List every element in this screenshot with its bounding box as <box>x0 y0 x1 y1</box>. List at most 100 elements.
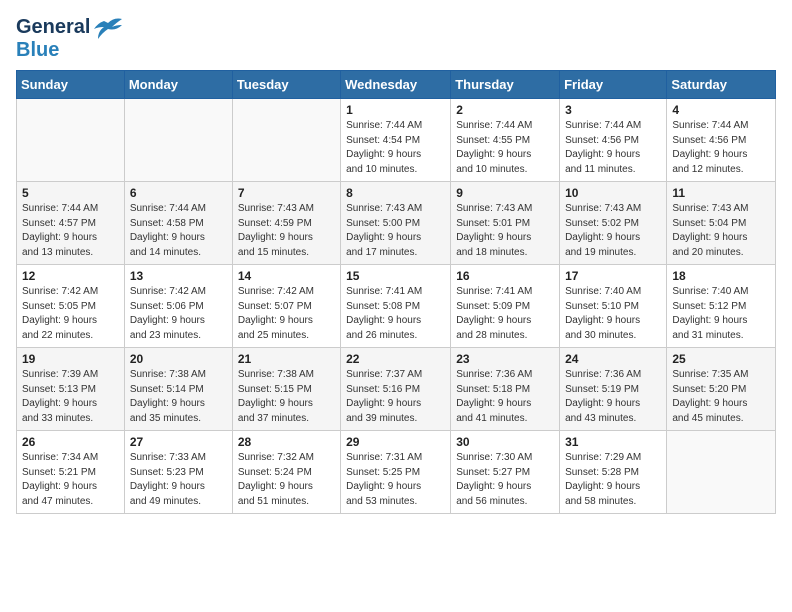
day-info: Sunrise: 7:34 AM Sunset: 5:21 PM Dayligh… <box>22 451 119 509</box>
day-cell: 1 Sunrise: 7:44 AM Sunset: 4:54 PM Daylig… <box>341 99 451 182</box>
day-number: 20 <box>130 352 227 366</box>
day-info: Sunrise: 7:43 AM Sunset: 5:00 PM Dayligh… <box>346 202 445 260</box>
day-number: 31 <box>565 435 661 449</box>
day-info: Sunrise: 7:29 AM Sunset: 5:28 PM Dayligh… <box>565 451 661 509</box>
day-number: 21 <box>238 352 335 366</box>
weekday-header-sunday: Sunday <box>17 71 125 99</box>
day-cell <box>124 99 232 182</box>
logo-bird-icon <box>94 17 122 39</box>
day-info: Sunrise: 7:31 AM Sunset: 5:25 PM Dayligh… <box>346 451 445 509</box>
day-info: Sunrise: 7:44 AM Sunset: 4:56 PM Dayligh… <box>565 119 661 177</box>
weekday-header-tuesday: Tuesday <box>232 71 340 99</box>
day-info: Sunrise: 7:41 AM Sunset: 5:09 PM Dayligh… <box>456 285 554 343</box>
day-info: Sunrise: 7:44 AM Sunset: 4:54 PM Dayligh… <box>346 119 445 177</box>
day-number: 5 <box>22 186 119 200</box>
page-header: General Blue <box>16 16 776 62</box>
day-cell: 7Sunrise: 7:43 AM Sunset: 4:59 PM Daylig… <box>232 182 340 265</box>
day-info: Sunrise: 7:32 AM Sunset: 5:24 PM Dayligh… <box>238 451 335 509</box>
day-cell: 2 Sunrise: 7:44 AM Sunset: 4:55 PM Daylig… <box>451 99 560 182</box>
day-info: Sunrise: 7:36 AM Sunset: 5:19 PM Dayligh… <box>565 368 661 426</box>
day-info: Sunrise: 7:38 AM Sunset: 5:14 PM Dayligh… <box>130 368 227 426</box>
week-row-1: 5 Sunrise: 7:44 AM Sunset: 4:57 PM Daylig… <box>17 182 776 265</box>
day-cell <box>667 431 776 514</box>
weekday-header-monday: Monday <box>124 71 232 99</box>
day-cell: 20 Sunrise: 7:38 AM Sunset: 5:14 PM Dayli… <box>124 348 232 431</box>
day-info: Sunrise: 7:43 AM Sunset: 5:02 PM Dayligh… <box>565 202 661 260</box>
day-info: Sunrise: 7:44 AM Sunset: 4:58 PM Dayligh… <box>130 202 227 260</box>
day-info: Sunrise: 7:36 AM Sunset: 5:18 PM Dayligh… <box>456 368 554 426</box>
day-number: 22 <box>346 352 445 366</box>
day-cell: 5 Sunrise: 7:44 AM Sunset: 4:57 PM Daylig… <box>17 182 125 265</box>
day-cell: 23 Sunrise: 7:36 AM Sunset: 5:18 PM Dayli… <box>451 348 560 431</box>
day-number: 12 <box>22 269 119 283</box>
day-cell: 26Sunrise: 7:34 AM Sunset: 5:21 PM Dayli… <box>17 431 125 514</box>
day-number: 13 <box>130 269 227 283</box>
day-info: Sunrise: 7:37 AM Sunset: 5:16 PM Dayligh… <box>346 368 445 426</box>
day-info: Sunrise: 7:33 AM Sunset: 5:23 PM Dayligh… <box>130 451 227 509</box>
day-cell: 18 Sunrise: 7:40 AM Sunset: 5:12 PM Dayli… <box>667 265 776 348</box>
day-number: 2 <box>456 103 554 117</box>
day-number: 24 <box>565 352 661 366</box>
day-number: 7 <box>238 186 335 200</box>
day-info: Sunrise: 7:43 AM Sunset: 5:01 PM Dayligh… <box>456 202 554 260</box>
day-cell: 6 Sunrise: 7:44 AM Sunset: 4:58 PM Daylig… <box>124 182 232 265</box>
day-number: 27 <box>130 435 227 449</box>
day-cell: 11 Sunrise: 7:43 AM Sunset: 5:04 PM Dayli… <box>667 182 776 265</box>
day-info: Sunrise: 7:41 AM Sunset: 5:08 PM Dayligh… <box>346 285 445 343</box>
day-info: Sunrise: 7:40 AM Sunset: 5:12 PM Dayligh… <box>672 285 770 343</box>
day-number: 14 <box>238 269 335 283</box>
weekday-header-thursday: Thursday <box>451 71 560 99</box>
day-number: 23 <box>456 352 554 366</box>
day-cell: 4 Sunrise: 7:44 AM Sunset: 4:56 PM Daylig… <box>667 99 776 182</box>
week-row-0: 1 Sunrise: 7:44 AM Sunset: 4:54 PM Daylig… <box>17 99 776 182</box>
day-number: 3 <box>565 103 661 117</box>
weekday-header-saturday: Saturday <box>667 71 776 99</box>
day-number: 18 <box>672 269 770 283</box>
day-number: 17 <box>565 269 661 283</box>
day-cell: 27 Sunrise: 7:33 AM Sunset: 5:23 PM Dayli… <box>124 431 232 514</box>
day-number: 1 <box>346 103 445 117</box>
day-cell: 12 Sunrise: 7:42 AM Sunset: 5:05 PM Dayli… <box>17 265 125 348</box>
week-row-4: 26Sunrise: 7:34 AM Sunset: 5:21 PM Dayli… <box>17 431 776 514</box>
day-number: 15 <box>346 269 445 283</box>
day-number: 8 <box>346 186 445 200</box>
weekday-header-wednesday: Wednesday <box>341 71 451 99</box>
weekday-row: SundayMondayTuesdayWednesdayThursdayFrid… <box>17 71 776 99</box>
day-cell: 8 Sunrise: 7:43 AM Sunset: 5:00 PM Daylig… <box>341 182 451 265</box>
day-info: Sunrise: 7:42 AM Sunset: 5:05 PM Dayligh… <box>22 285 119 343</box>
calendar-header: SundayMondayTuesdayWednesdayThursdayFrid… <box>17 71 776 99</box>
day-number: 19 <box>22 352 119 366</box>
day-cell: 10 Sunrise: 7:43 AM Sunset: 5:02 PM Dayli… <box>560 182 667 265</box>
day-info: Sunrise: 7:39 AM Sunset: 5:13 PM Dayligh… <box>22 368 119 426</box>
day-number: 6 <box>130 186 227 200</box>
day-info: Sunrise: 7:43 AM Sunset: 5:04 PM Dayligh… <box>672 202 770 260</box>
logo-general: General <box>16 16 90 39</box>
day-info: Sunrise: 7:44 AM Sunset: 4:57 PM Dayligh… <box>22 202 119 260</box>
day-number: 9 <box>456 186 554 200</box>
day-info: Sunrise: 7:40 AM Sunset: 5:10 PM Dayligh… <box>565 285 661 343</box>
day-cell <box>17 99 125 182</box>
day-info: Sunrise: 7:44 AM Sunset: 4:55 PM Dayligh… <box>456 119 554 177</box>
day-info: Sunrise: 7:35 AM Sunset: 5:20 PM Dayligh… <box>672 368 770 426</box>
day-number: 11 <box>672 186 770 200</box>
day-cell: 9 Sunrise: 7:43 AM Sunset: 5:01 PM Daylig… <box>451 182 560 265</box>
day-cell: 21 Sunrise: 7:38 AM Sunset: 5:15 PM Dayli… <box>232 348 340 431</box>
day-number: 28 <box>238 435 335 449</box>
day-number: 10 <box>565 186 661 200</box>
day-cell: 22 Sunrise: 7:37 AM Sunset: 5:16 PM Dayli… <box>341 348 451 431</box>
day-cell <box>232 99 340 182</box>
day-number: 16 <box>456 269 554 283</box>
day-info: Sunrise: 7:38 AM Sunset: 5:15 PM Dayligh… <box>238 368 335 426</box>
day-cell: 31 Sunrise: 7:29 AM Sunset: 5:28 PM Dayli… <box>560 431 667 514</box>
calendar-table: SundayMondayTuesdayWednesdayThursdayFrid… <box>16 70 776 514</box>
logo: General Blue <box>16 16 122 62</box>
day-cell: 30Sunrise: 7:30 AM Sunset: 5:27 PM Dayli… <box>451 431 560 514</box>
day-number: 4 <box>672 103 770 117</box>
day-cell: 14Sunrise: 7:42 AM Sunset: 5:07 PM Dayli… <box>232 265 340 348</box>
day-info: Sunrise: 7:44 AM Sunset: 4:56 PM Dayligh… <box>672 119 770 177</box>
day-number: 29 <box>346 435 445 449</box>
week-row-3: 19 Sunrise: 7:39 AM Sunset: 5:13 PM Dayli… <box>17 348 776 431</box>
day-cell: 17 Sunrise: 7:40 AM Sunset: 5:10 PM Dayli… <box>560 265 667 348</box>
weekday-header-friday: Friday <box>560 71 667 99</box>
day-cell: 16 Sunrise: 7:41 AM Sunset: 5:09 PM Dayli… <box>451 265 560 348</box>
